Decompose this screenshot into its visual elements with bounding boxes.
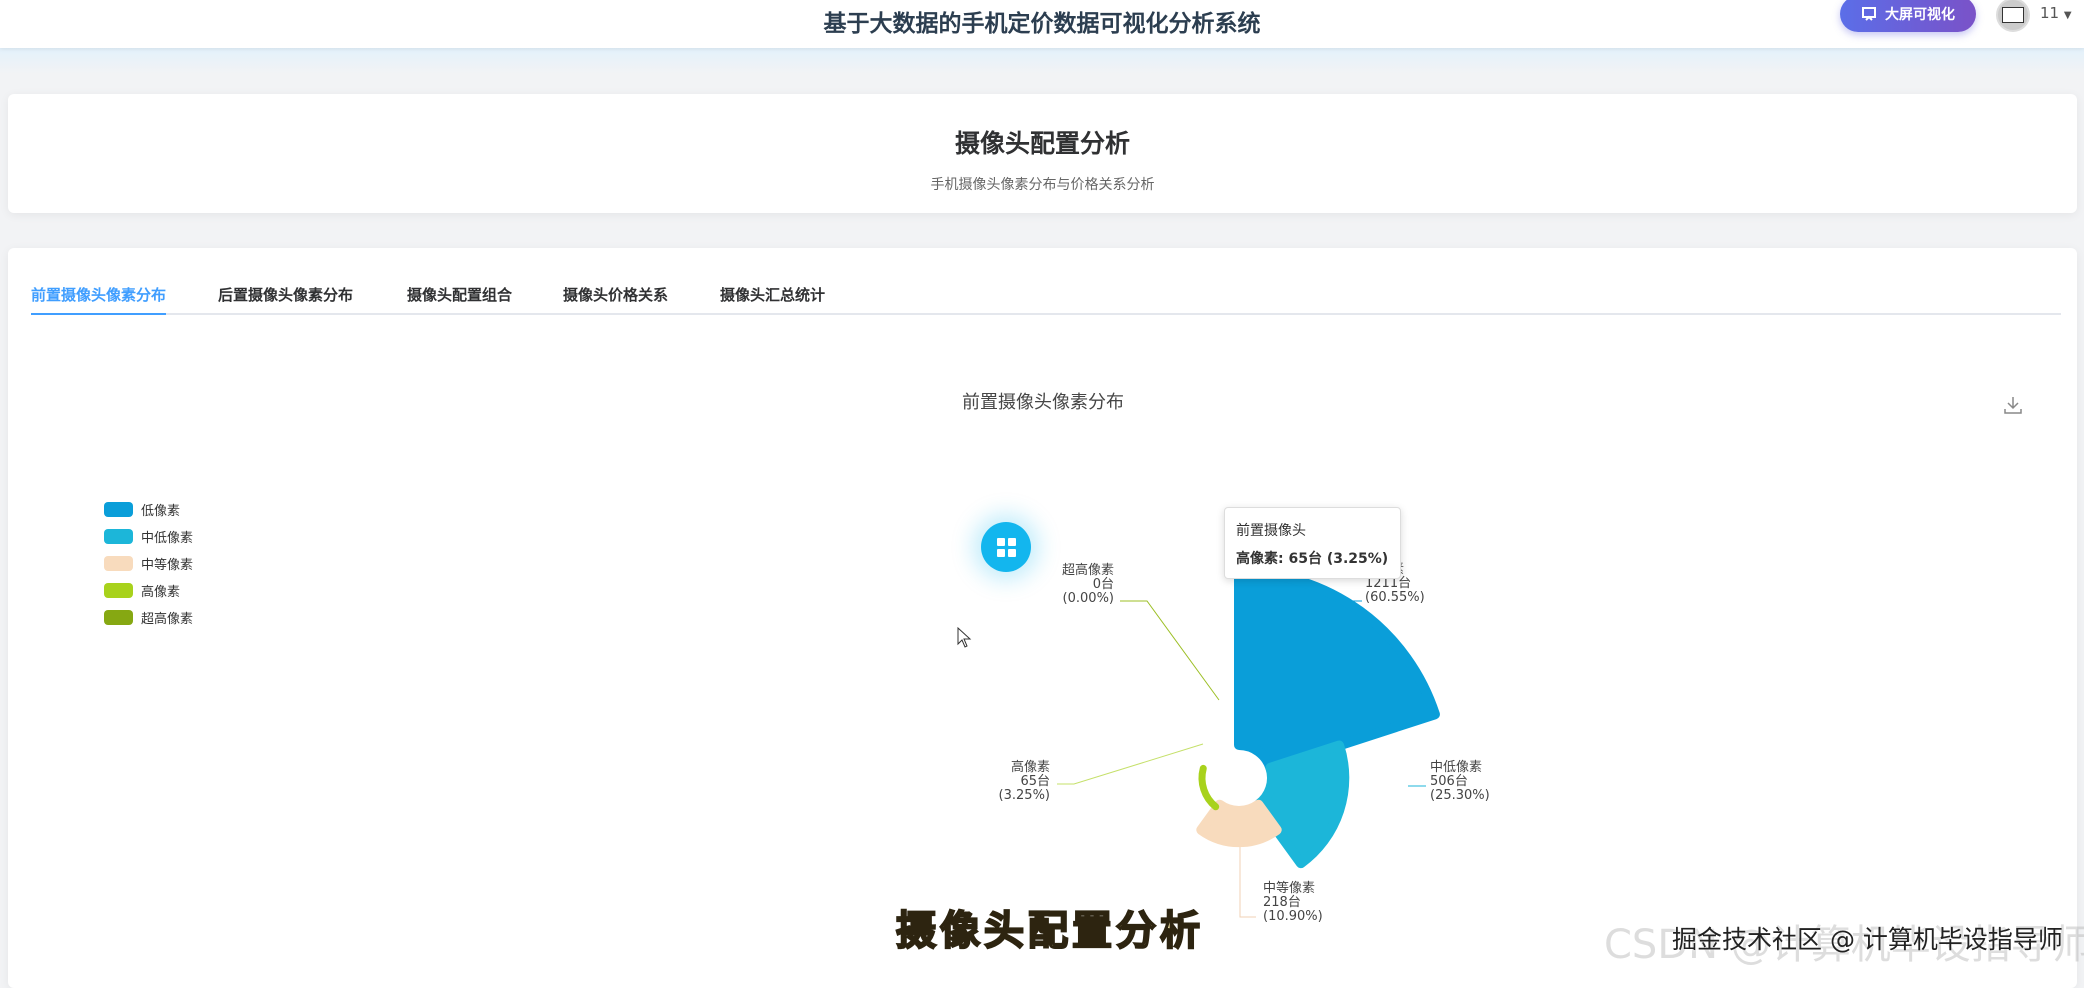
username: 11 xyxy=(2040,4,2060,22)
juejin-watermark: 掘金技术社区 @ 计算机毕设指导师 xyxy=(1672,925,2063,954)
mouse-cursor-icon xyxy=(957,627,972,648)
chart-tooltip: 前置摄像头 高像素: 65台 (3.25%) xyxy=(1224,507,1401,579)
label-mid-low: 中低像素 506台 (25.30%) xyxy=(1430,760,1490,803)
rose-chart xyxy=(1057,567,1440,918)
caret-down-icon: ▼ xyxy=(2063,10,2072,21)
label-super-high: 超高像素 0台 (0.00%) xyxy=(1061,563,1114,606)
bigscreen-label: 大屏可视化 xyxy=(1885,7,1955,23)
tooltip-value: 高像素: 65台 (3.25%) xyxy=(1236,551,1389,567)
user-menu[interactable]: 11 ▼ xyxy=(2040,4,2072,22)
bigscreen-button[interactable]: 大屏可视化 xyxy=(1840,0,1976,32)
rose-sector[interactable] xyxy=(1198,764,1220,811)
label-line-super-high xyxy=(1120,600,1220,701)
rose-sector[interactable] xyxy=(1196,799,1282,848)
presentation-icon xyxy=(1862,7,1876,21)
label-line-high xyxy=(1057,743,1204,785)
top-header: 基于大数据的手机定价数据可视化分析系统 大屏可视化 11 ▼ xyxy=(0,0,2084,48)
label-high: 高像素 65台 (3.25%) xyxy=(998,760,1050,803)
app-title: 基于大数据的手机定价数据可视化分析系统 xyxy=(823,11,1261,37)
video-caption: 摄像头配置分析 xyxy=(895,906,1204,955)
rose-sector[interactable] xyxy=(1253,740,1350,869)
label-medium: 中等像素 218台 (10.90%) xyxy=(1263,881,1323,924)
tooltip-title: 前置摄像头 xyxy=(1236,523,1306,539)
